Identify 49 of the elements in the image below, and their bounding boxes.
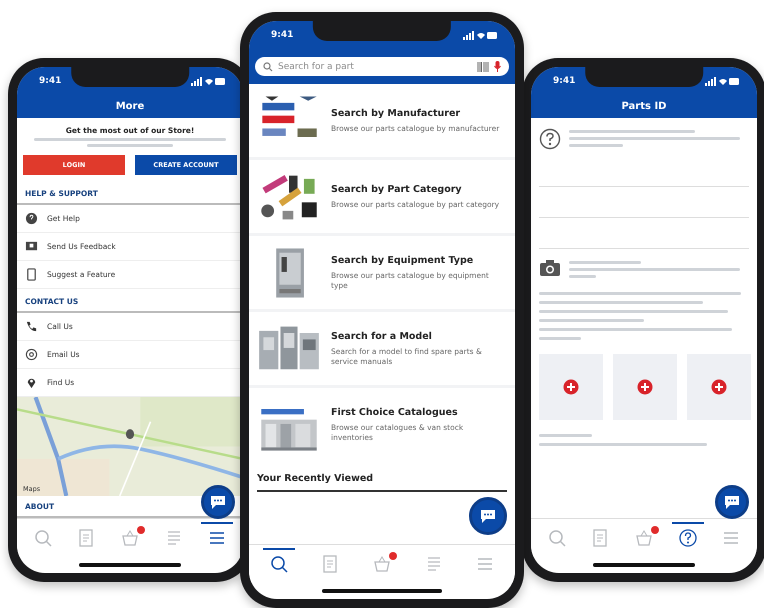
blurred-text-line bbox=[539, 337, 581, 340]
feedback-icon bbox=[25, 240, 38, 253]
section-heading: Your Recently Viewed bbox=[257, 473, 507, 492]
search-icon bbox=[263, 62, 273, 72]
question-icon bbox=[678, 528, 698, 548]
help-icon bbox=[25, 212, 38, 225]
option-title: Search by Manufacturer bbox=[331, 108, 462, 119]
chat-icon bbox=[209, 494, 227, 510]
screen-title: Parts ID bbox=[620, 100, 668, 112]
add-icon bbox=[637, 379, 653, 395]
chat-button[interactable] bbox=[469, 497, 507, 535]
basket-icon bbox=[634, 528, 654, 548]
blurred-text-line bbox=[539, 434, 592, 437]
search-icon bbox=[32, 528, 53, 548]
location-pin-icon bbox=[25, 376, 38, 389]
photo-slot[interactable] bbox=[687, 354, 751, 420]
status-icons bbox=[705, 76, 739, 86]
blurred-text-line bbox=[569, 144, 623, 147]
basket-icon bbox=[120, 528, 140, 548]
microphone-icon[interactable] bbox=[494, 61, 501, 72]
blurred-text-line bbox=[569, 275, 596, 278]
search-bar[interactable]: Search for a part bbox=[255, 57, 509, 76]
chat-button[interactable] bbox=[715, 485, 749, 519]
chat-icon bbox=[723, 494, 741, 510]
phone-icon bbox=[25, 320, 38, 333]
status-time: 9:41 bbox=[553, 76, 576, 86]
add-icon bbox=[563, 379, 579, 395]
camera-icon bbox=[539, 259, 561, 277]
basket-icon bbox=[372, 554, 392, 574]
at-sign-icon bbox=[25, 348, 38, 361]
phone-device-icon bbox=[25, 268, 38, 281]
search-icon bbox=[268, 554, 289, 574]
option-title: Search by Equipment Type bbox=[331, 254, 474, 266]
photo-slot[interactable] bbox=[539, 354, 603, 420]
option-title: Search by Part Category bbox=[331, 184, 463, 195]
question-icon bbox=[539, 128, 561, 150]
status-time: 9:41 bbox=[39, 76, 62, 86]
search-icon bbox=[546, 528, 567, 548]
barcode-icon[interactable] bbox=[477, 62, 489, 72]
status-icons bbox=[463, 30, 497, 40]
photo-slot[interactable] bbox=[613, 354, 677, 420]
option-title: First Choice Catalogues bbox=[331, 406, 459, 418]
status-icons bbox=[191, 76, 225, 86]
screen-title: More bbox=[114, 100, 146, 112]
option-title: Search for a Model bbox=[331, 330, 433, 342]
chat-icon bbox=[479, 508, 497, 524]
add-icon bbox=[711, 379, 727, 395]
blurred-text-line bbox=[569, 261, 641, 264]
status-time: 9:41 bbox=[271, 30, 294, 40]
